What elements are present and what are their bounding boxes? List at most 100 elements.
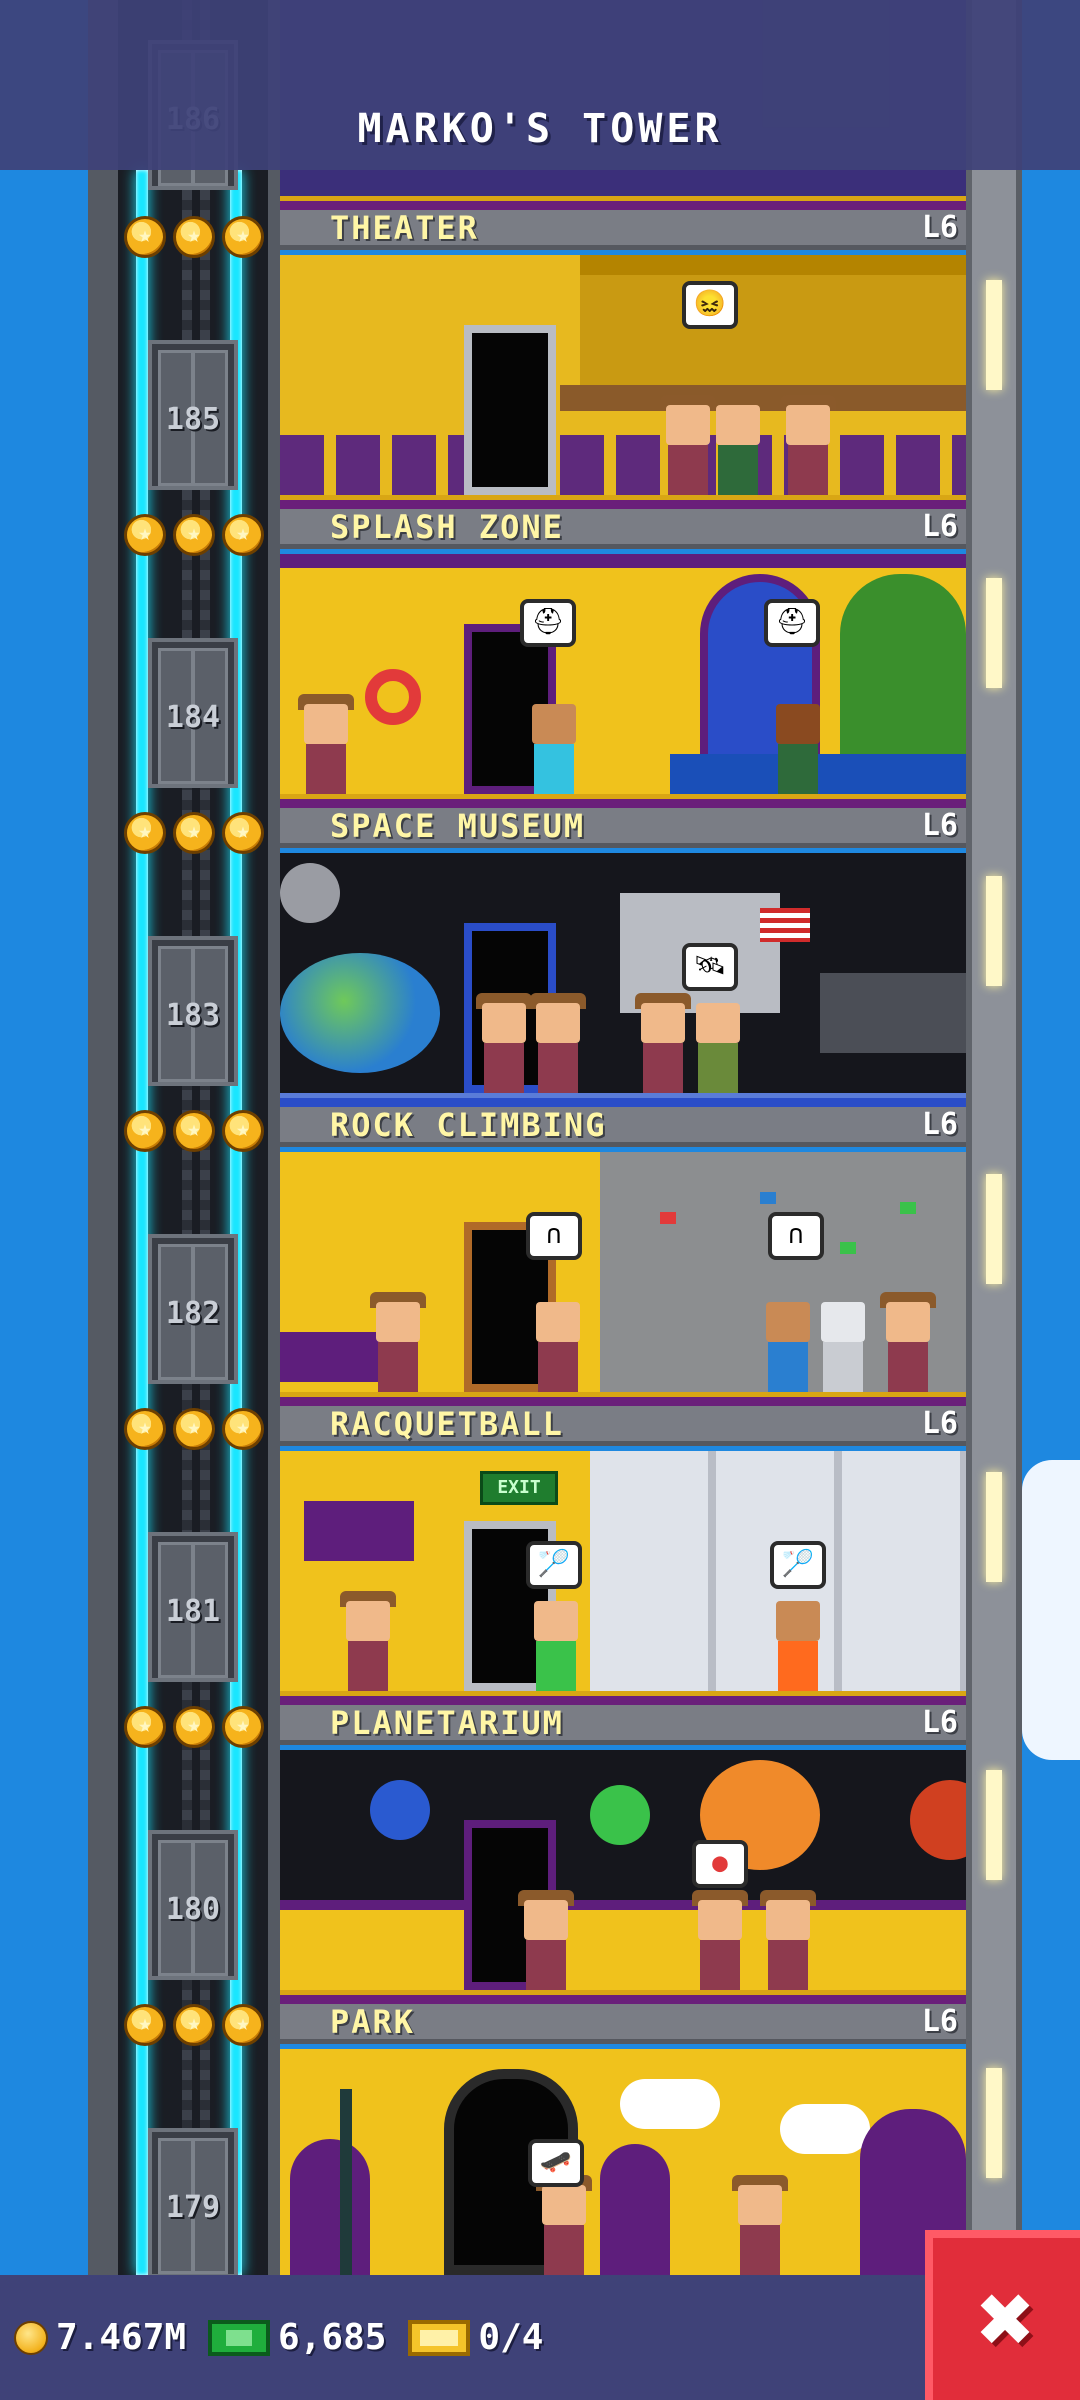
star-icon: ★	[222, 1408, 264, 1450]
elevator-door-179[interactable]: 179	[148, 2128, 238, 2278]
floor-name: ROCK CLIMBING	[330, 1107, 607, 1144]
star-icon: ★	[124, 2004, 166, 2046]
floor-185-theater[interactable]: THEATER L6 😖	[280, 210, 966, 509]
star-icon: ★	[124, 514, 166, 556]
person[interactable]	[340, 1591, 396, 1691]
elevator-neon-light	[136, 170, 148, 2275]
floor-184-splash-zone[interactable]: SPLASH ZONE L6 ⛑ ⛑	[280, 509, 966, 808]
floor-header: PARK L6	[280, 2004, 966, 2044]
person[interactable]	[530, 993, 586, 1093]
person[interactable]	[690, 993, 746, 1093]
tickets-value: 0/4	[478, 2317, 544, 2358]
person[interactable]	[760, 1890, 816, 1990]
person[interactable]	[770, 1591, 826, 1691]
tower-title: MARKO'S TOWER	[357, 106, 723, 152]
elevator-door-183[interactable]: 183	[148, 936, 238, 1086]
elevator-door-185[interactable]: 185	[148, 340, 238, 490]
person-thought-bubble: 🛹	[528, 2139, 584, 2187]
floor-stars: ★ ★ ★	[124, 1110, 264, 1158]
elevator-door-180[interactable]: 180	[148, 1830, 238, 1980]
person[interactable]	[770, 694, 826, 794]
earth	[280, 953, 440, 1073]
room-floor	[280, 1392, 966, 1406]
floor-level: L6	[921, 1705, 958, 1740]
floor-level: L6	[921, 808, 958, 843]
floor-name: PARK	[330, 2004, 416, 2041]
planet-red	[910, 1780, 966, 1860]
close-button[interactable]: ✖	[925, 2230, 1080, 2400]
life-ring-icon	[365, 669, 421, 725]
floor-182-rock-climbing[interactable]: ROCK CLIMBING L6 ∩ ∩	[280, 1107, 966, 1406]
floor-name: SPACE MUSEUM	[330, 808, 586, 845]
front-desk	[280, 1332, 380, 1382]
person[interactable]	[370, 1292, 426, 1392]
floor-name: THEATER	[330, 210, 479, 247]
room-floor	[280, 196, 966, 210]
wall-shelf	[304, 1501, 414, 1561]
tickets-stat[interactable]: 0/4	[408, 2317, 543, 2358]
bux-stat[interactable]: 6,685	[208, 2317, 386, 2358]
climbing-hold	[840, 1242, 856, 1254]
person[interactable]	[880, 1292, 936, 1392]
status-bar: 7.467M 6,685 0/4	[0, 2275, 925, 2400]
person[interactable]	[732, 2175, 788, 2275]
floor-stars: ★ ★ ★	[124, 812, 264, 860]
floor-181-racquetball[interactable]: RACQUETBALL L6 EXIT 🏸 🏸	[280, 1406, 966, 1705]
coin-icon	[14, 2320, 48, 2355]
robot[interactable]	[815, 1292, 871, 1392]
floor-stars: ★ ★ ★	[124, 216, 264, 264]
floor-level: L6	[921, 2004, 958, 2039]
person[interactable]	[518, 1890, 574, 1990]
room-planetarium: ●	[280, 1750, 966, 2004]
floor-header: THEATER L6	[280, 210, 966, 250]
rail-light	[986, 1472, 1002, 1582]
floor-name: RACQUETBALL	[330, 1406, 564, 1443]
rail-light	[986, 2068, 1002, 2178]
person-thought-bubble: 😖	[682, 281, 738, 329]
room-racquetball: EXIT 🏸 🏸	[280, 1451, 966, 1705]
floor-number: 185	[165, 402, 221, 437]
rail-light	[986, 876, 1002, 986]
elevator-door-181[interactable]: 181	[148, 1532, 238, 1682]
floor-name: SPLASH ZONE	[330, 509, 564, 546]
elevator-door-182[interactable]: 182	[148, 1234, 238, 1384]
wall-panel	[280, 1900, 966, 1990]
climbing-hold	[660, 1212, 676, 1224]
person[interactable]	[635, 993, 691, 1093]
floor-179-park[interactable]: PARK L6 🛹	[280, 2004, 966, 2275]
person-thought-bubble: 🛰	[682, 943, 738, 991]
star-icon: ★	[222, 514, 264, 556]
person[interactable]	[780, 395, 836, 495]
coins-value: 7.467M	[56, 2317, 187, 2358]
person[interactable]	[692, 1890, 748, 1990]
floor-header: SPACE MUSEUM L6	[280, 808, 966, 848]
room-door[interactable]	[464, 325, 556, 495]
cloud	[1022, 1460, 1080, 1760]
wall-stripe	[280, 554, 966, 568]
person[interactable]	[530, 1292, 586, 1392]
person[interactable]	[536, 2175, 592, 2275]
person[interactable]	[710, 395, 766, 495]
person[interactable]	[660, 395, 716, 495]
person[interactable]	[760, 1292, 816, 1392]
person[interactable]	[528, 1591, 584, 1691]
person-thought-bubble: ∩	[768, 1212, 824, 1260]
room-floor	[280, 1990, 966, 2004]
usa-flag	[760, 908, 810, 942]
elevator-door-184[interactable]: 184	[148, 638, 238, 788]
person[interactable]	[526, 694, 582, 794]
room-rock-climbing: ∩ ∩	[280, 1152, 966, 1406]
floor-number: 184	[165, 700, 221, 735]
floor-header: ROCK CLIMBING L6	[280, 1107, 966, 1147]
floor-header: PLANETARIUM L6	[280, 1705, 966, 1745]
floor-183-space-museum[interactable]: SPACE MUSEUM L6 🛰	[280, 808, 966, 1107]
planet-blue	[370, 1780, 430, 1840]
floor-180-planetarium[interactable]: PLANETARIUM L6 ●	[280, 1705, 966, 2004]
floor-header: SPLASH ZONE L6	[280, 509, 966, 549]
person[interactable]	[476, 993, 532, 1093]
star-icon: ★	[124, 1706, 166, 1748]
room-space-museum: 🛰	[280, 853, 966, 1107]
person[interactable]	[298, 694, 354, 794]
person-thought-bubble: ⛑	[520, 599, 576, 647]
coins-stat[interactable]: 7.467M	[14, 2317, 186, 2358]
